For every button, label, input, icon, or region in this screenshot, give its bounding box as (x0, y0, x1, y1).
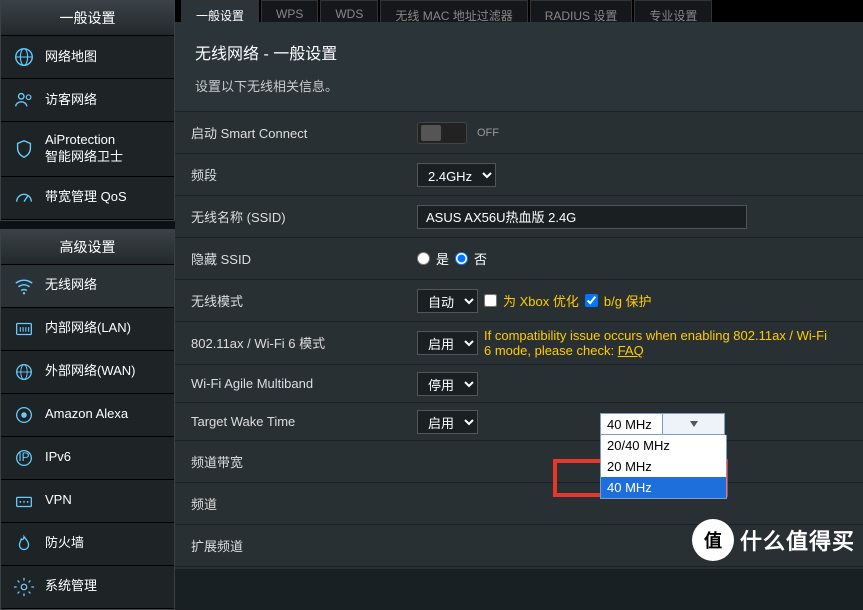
vpn-icon (13, 490, 35, 512)
chevron-down-icon[interactable] (662, 414, 724, 434)
mode-select[interactable]: 自动 (417, 289, 478, 313)
tab-wds[interactable]: WDS (320, 0, 378, 22)
row-ch-label: 频道 (175, 483, 407, 524)
bw-option-20[interactable]: 20 MHz (601, 456, 726, 477)
globe-icon (13, 46, 35, 68)
faq-link[interactable]: FAQ (618, 343, 644, 358)
row-mode-label: 无线模式 (175, 280, 407, 321)
bandwidth-dropdown[interactable]: 40 MHz 20/40 MHz 20 MHz 40 MHz (600, 413, 727, 499)
row-smartconnect-label: 启动 Smart Connect (175, 112, 407, 153)
band-select[interactable]: 2.4GHz (417, 163, 496, 187)
smartconnect-toggle[interactable] (417, 122, 467, 144)
row-bw-label: 频道带宽 (175, 441, 407, 482)
ssid-input[interactable] (417, 205, 747, 229)
tab-pro[interactable]: 专业设置 (634, 0, 712, 22)
sidebar-item-admin[interactable]: 系统管理 (1, 566, 174, 609)
page-desc: 设置以下无线相关信息。 (175, 76, 863, 111)
watermark-text: 什么值得买 (740, 524, 855, 556)
page-title: 无线网络 - 一般设置 (175, 22, 863, 76)
tab-wps[interactable]: WPS (261, 0, 318, 22)
tab-radius[interactable]: RADIUS 设置 (530, 0, 633, 22)
sidebar-item-wireless[interactable]: 无线网络 (1, 265, 174, 308)
tab-bar: 一般设置 WPS WDS 无线 MAC 地址过滤器 RADIUS 设置 专业设置 (175, 0, 863, 22)
gear-icon (13, 576, 35, 598)
hide-no-radio[interactable] (455, 252, 468, 265)
row-agile-label: Wi-Fi Agile Multiband (175, 365, 407, 402)
row-ssid-label: 无线名称 (SSID) (175, 196, 407, 237)
row-twt-label: Target Wake Time (175, 403, 407, 440)
sidebar-item-firewall[interactable]: 防火墙 (1, 523, 174, 566)
sidebar-item-wan[interactable]: 外部网络(WAN) (1, 351, 174, 394)
hide-yes-radio[interactable] (417, 252, 430, 265)
sidebar-item-lan[interactable]: 内部网络(LAN) (1, 308, 174, 351)
lan-icon (13, 318, 35, 340)
tab-mac[interactable]: 无线 MAC 地址过滤器 (380, 0, 527, 22)
sidebar-item-qos[interactable]: 带宽管理 QoS (1, 177, 174, 220)
xbox-checkbox[interactable] (484, 294, 497, 307)
sidebar-item-vpn[interactable]: VPN (1, 480, 174, 523)
sidebar-group-general: 一般设置 (1, 1, 174, 36)
sidebar-item-guest[interactable]: 访客网络 (1, 79, 174, 122)
bw-option-2040[interactable]: 20/40 MHz (601, 435, 726, 456)
gauge-icon (13, 187, 35, 209)
users-icon (13, 89, 35, 111)
row-ext-label: 扩展频道 (175, 525, 407, 566)
row-hide-label: 隐藏 SSID (175, 238, 407, 279)
fire-icon (13, 533, 35, 555)
main-panel: 一般设置 WPS WDS 无线 MAC 地址过滤器 RADIUS 设置 专业设置… (175, 0, 863, 569)
twt-select[interactable]: 启用 (417, 410, 478, 434)
svg-text:IP: IP (18, 450, 29, 464)
sidebar-group-advanced: 高级设置 (1, 230, 174, 265)
alexa-icon (13, 404, 35, 426)
watermark: 值 什么值得买 (692, 519, 855, 561)
sidebar-item-netmap[interactable]: 网络地图 (1, 36, 174, 79)
row-ax-label: 802.11ax / Wi-Fi 6 模式 (175, 322, 407, 364)
sidebar: 一般设置 网络地图 访客网络 AiProtection 智能网络卫士 带宽管理 … (0, 0, 175, 569)
sidebar-item-aiprotect[interactable]: AiProtection 智能网络卫士 (1, 122, 174, 177)
sidebar-item-alexa[interactable]: Amazon Alexa (1, 394, 174, 437)
sidebar-item-ipv6[interactable]: IP IPv6 (1, 437, 174, 480)
agile-select[interactable]: 停用 (417, 372, 478, 396)
ax-select[interactable]: 启用 (417, 331, 478, 355)
network-icon: IP (13, 447, 35, 469)
row-band-label: 频段 (175, 154, 407, 195)
bg-checkbox[interactable] (585, 294, 598, 307)
watermark-badge: 值 (692, 519, 734, 561)
globe-icon (13, 361, 35, 383)
shield-icon (13, 138, 35, 160)
tab-general[interactable]: 一般设置 (181, 0, 259, 22)
wifi-icon (13, 275, 35, 297)
bw-option-40[interactable]: 40 MHz (601, 477, 726, 498)
